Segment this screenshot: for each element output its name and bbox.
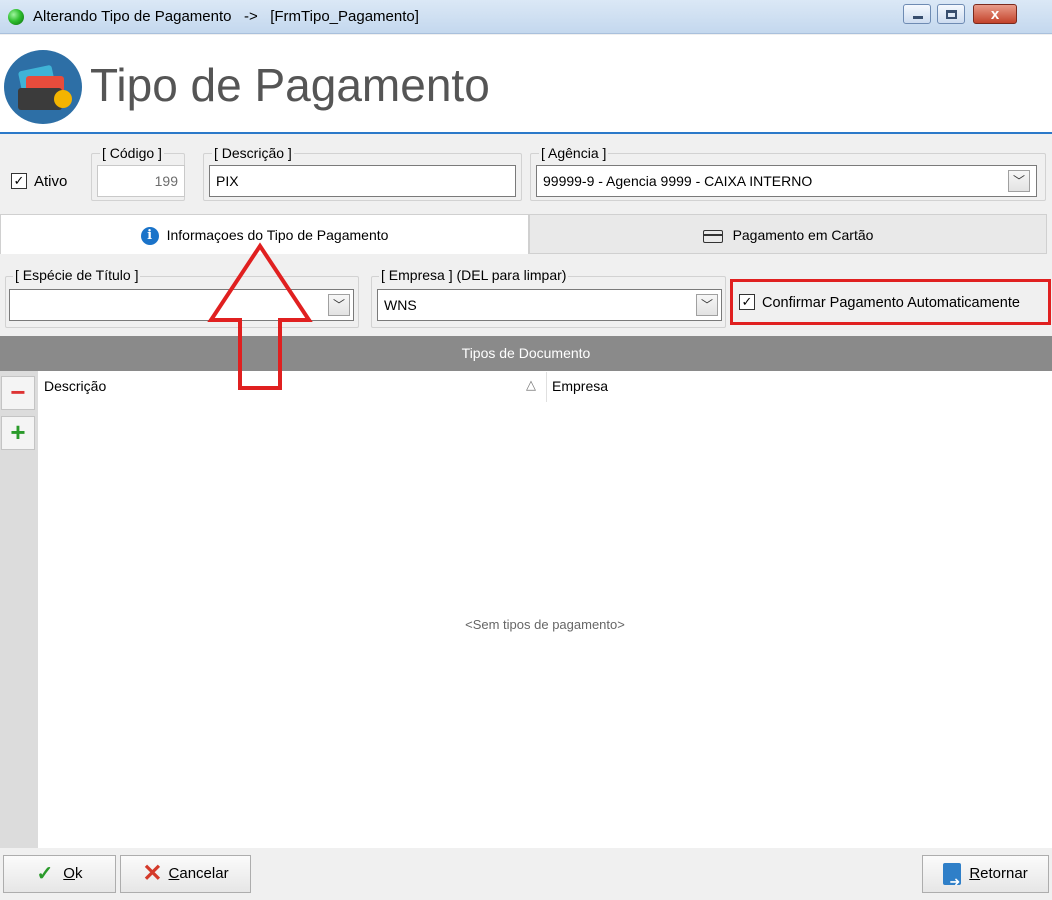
close-button[interactable]: x	[973, 4, 1017, 24]
add-row-button[interactable]: +	[1, 416, 35, 450]
codigo-label: [ Código ]	[100, 145, 164, 161]
empresa-dropdown-button[interactable]: ﹀	[696, 294, 718, 316]
page-title: Tipo de Pagamento	[90, 59, 490, 111]
codigo-field[interactable]: 199	[97, 165, 185, 197]
agencia-label: [ Agência ]	[539, 145, 609, 161]
ativo-checkbox[interactable]: ✓	[11, 173, 27, 189]
remove-row-button[interactable]: −	[1, 376, 35, 410]
descricao-field[interactable]: PIX	[209, 165, 516, 197]
retornar-button[interactable]: Retornar	[922, 855, 1049, 900]
tipos-documento-grid[interactable]	[38, 371, 1052, 848]
ok-button[interactable]: ✓ Ok	[3, 855, 116, 893]
window-title: Alterando Tipo de Pagamento -> [FrmTipo_…	[33, 8, 419, 25]
plus-icon: +	[10, 417, 26, 447]
empresa-label: [ Empresa ] (DEL para limpar)	[379, 267, 569, 283]
column-header-empresa[interactable]: Empresa	[552, 378, 608, 394]
descricao-label: [ Descrição ]	[212, 145, 294, 161]
chevron-down-icon: ﹀	[700, 298, 713, 312]
column-header-descricao[interactable]: Descrição	[44, 378, 106, 394]
maximize-icon	[946, 10, 957, 19]
ativo-label: Ativo	[34, 173, 68, 190]
annotation-arrow-up-icon	[207, 242, 313, 390]
especie-dropdown-button[interactable]: ﹀	[328, 294, 350, 316]
chevron-down-icon: ﹀	[332, 298, 345, 312]
empty-grid-text: <Sem tipos de pagamento>	[465, 617, 625, 632]
tab-pagamento-cartao[interactable]: Pagamento em Cartão	[529, 214, 1047, 254]
maximize-button[interactable]	[937, 4, 965, 24]
minimize-button[interactable]	[903, 4, 931, 24]
column-separator[interactable]	[546, 372, 547, 402]
especie-label: [ Espécie de Título ]	[13, 267, 141, 283]
cancel-x-icon: ✕	[142, 860, 163, 888]
highlight-box	[730, 279, 1051, 325]
agencia-select[interactable]: 99999-9 - Agencia 9999 - CAIXA INTERNO	[536, 165, 1037, 197]
sort-ascending-icon: △	[526, 377, 536, 392]
payment-logo-icon	[4, 50, 82, 124]
info-icon: i	[140, 227, 159, 246]
exit-door-icon	[943, 863, 962, 900]
close-icon: x	[990, 6, 1000, 23]
chevron-down-icon: ﹀	[1012, 174, 1025, 188]
app-status-orb-icon	[8, 9, 24, 25]
cancel-button[interactable]: ✕ Cancelar	[120, 855, 251, 893]
tab-pagamento-cartao-label: Pagamento em Cartão	[732, 227, 874, 243]
check-icon: ✓	[36, 863, 54, 886]
minimize-icon	[913, 16, 923, 19]
agencia-dropdown-button[interactable]: ﹀	[1008, 170, 1030, 192]
empresa-select[interactable]: WNS	[377, 289, 722, 321]
checkmark-icon: ✓	[13, 173, 25, 188]
tab-informacoes-label: Informaçoes do Tipo de Pagamento	[166, 227, 389, 243]
tipos-documento-header: Tipos de Documento	[0, 336, 1052, 371]
minus-icon: −	[10, 377, 26, 407]
credit-card-icon	[702, 229, 723, 243]
